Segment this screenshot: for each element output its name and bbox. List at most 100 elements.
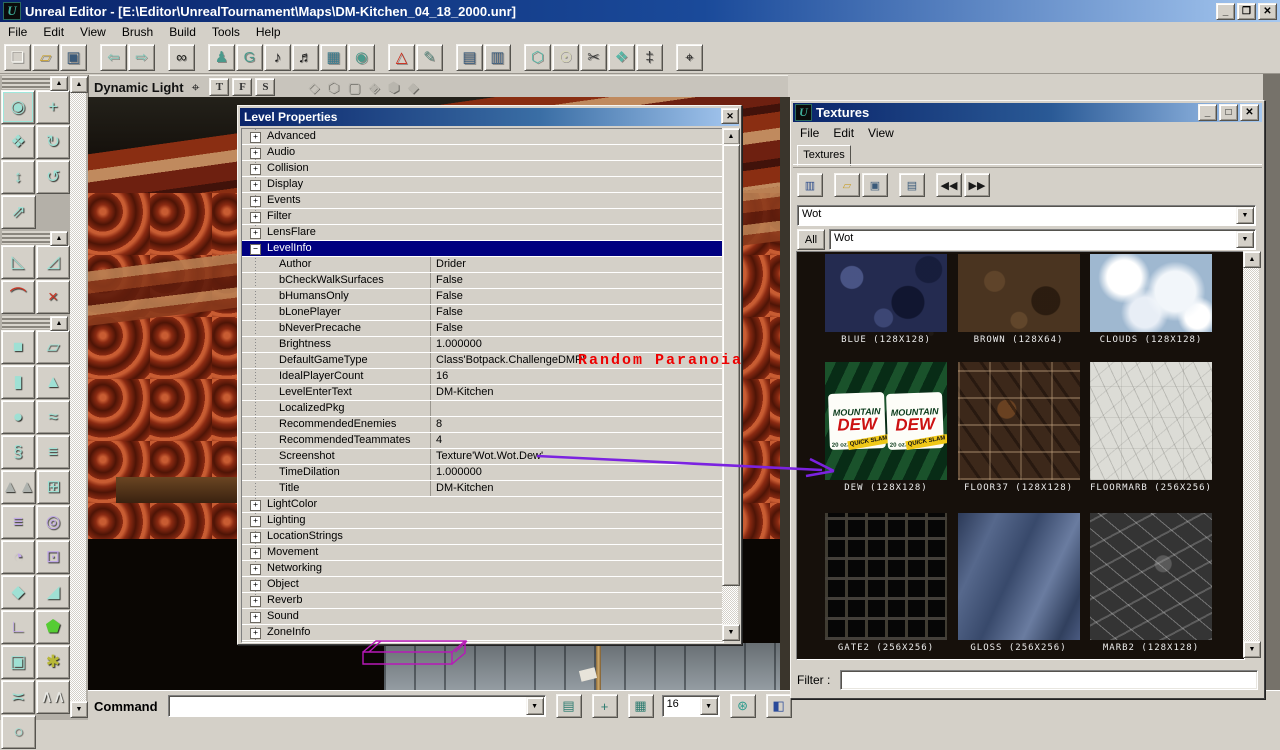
menu-item-build[interactable]: Build [161, 24, 204, 40]
texture-image-gate2[interactable] [825, 513, 947, 640]
play-level-button[interactable]: ⌖ [676, 44, 703, 71]
property-value[interactable]: 16 [430, 369, 723, 384]
property-row-timedilation[interactable]: TimeDilation1.000000 [242, 465, 723, 481]
texture-swatch-clouds[interactable]: CLOUDS (128X128) [1090, 254, 1212, 345]
property-value[interactable]: False [430, 289, 723, 304]
property-value[interactable]: Texture'Wot.Wot.Dew' [430, 449, 723, 464]
property-row-brightness[interactable]: Brightness1.000000 [242, 337, 723, 353]
viewport-mode-icon-1[interactable]: ⬡ [327, 79, 339, 96]
brush-cone-button[interactable]: ▲ [36, 365, 70, 399]
rotation-grid-button[interactable]: ⊛ [730, 694, 756, 718]
property-value[interactable]: Drider [430, 257, 723, 272]
texture-browser-button[interactable]: ▦ [320, 44, 347, 71]
expand-icon[interactable]: + [250, 148, 261, 159]
textures-menu-item-edit[interactable]: Edit [828, 125, 863, 143]
property-row-author[interactable]: AuthorDrider [242, 257, 723, 273]
search-actors-button[interactable]: ∞ [168, 44, 195, 71]
texture-swatch-blue[interactable]: BLUE (128X128) [825, 254, 947, 345]
expand-icon[interactable]: + [250, 516, 261, 527]
texture-swatch-gate2[interactable]: GATE2 (256X256) [825, 513, 947, 653]
brush-discs-button[interactable]: ≍ [1, 680, 35, 714]
tree-category-locationstrings[interactable]: +LocationStrings [242, 529, 723, 545]
property-value[interactable]: False [430, 273, 723, 288]
property-row-screenshot[interactable]: ScreenshotTexture'Wot.Wot.Dew' [242, 449, 723, 465]
brush-sheet-button[interactable]: ▱ [36, 330, 70, 364]
tree-category-levelinfo[interactable]: −LevelInfo [242, 241, 723, 257]
texture-swatch-floor37[interactable]: FLOOR37 (128X128) [958, 362, 1080, 493]
tree-category-networking[interactable]: +Networking [242, 561, 723, 577]
music-browser-button[interactable]: ♪ [264, 44, 291, 71]
menu-item-brush[interactable]: Brush [114, 24, 161, 40]
menu-item-edit[interactable]: Edit [35, 24, 72, 40]
texture-swatch-marb2[interactable]: MARB2 (128X128) [1090, 513, 1212, 653]
surface-properties-button[interactable]: ▥ [484, 44, 511, 71]
package-dropdown[interactable]: Wot ▼ [797, 205, 1256, 226]
property-row-bloneplayer[interactable]: bLonePlayerFalse [242, 305, 723, 321]
group-browser-button[interactable]: G [236, 44, 263, 71]
property-row-bcheckwalksurfaces[interactable]: bCheckWalkSurfacesFalse [242, 273, 723, 289]
camera-mode-button[interactable]: ◉ [1, 90, 35, 124]
shear-mode-button[interactable]: ⇗ [1, 195, 36, 229]
property-row-levelentertext[interactable]: LevelEnterTextDM-Kitchen [242, 385, 723, 401]
tree-category-filter[interactable]: +Filter [242, 209, 723, 225]
property-value[interactable] [430, 401, 723, 416]
viewport-t-button[interactable]: T [209, 78, 229, 96]
texture-image-brown[interactable] [958, 254, 1080, 332]
grid-toggle-button[interactable]: ▦ [628, 694, 654, 718]
menu-item-view[interactable]: View [72, 24, 114, 40]
sound-browser-button[interactable]: ♬ [292, 44, 319, 71]
property-row-recommendedenemies[interactable]: RecommendedEnemies8 [242, 417, 723, 433]
textures-scrollbar[interactable]: ▲ ▼ [1243, 251, 1259, 658]
texture-image-floormarb[interactable] [1090, 362, 1212, 480]
docking-button[interactable]: ▥ [797, 173, 823, 197]
property-scroll-up-icon[interactable]: ▲ [722, 128, 740, 145]
command-input[interactable]: ▼ [168, 695, 546, 717]
clip-delete-button[interactable]: × [36, 280, 70, 314]
textures-close-button[interactable]: ✕ [1240, 104, 1259, 121]
brush-terrain2-button[interactable]: ◢ [36, 575, 70, 609]
collapse-icon[interactable]: ▲ [50, 76, 68, 91]
textures-menu-item-file[interactable]: File [795, 125, 828, 143]
tree-category-lensflare[interactable]: +LensFlare [242, 225, 723, 241]
property-value[interactable]: 1.000000 [430, 337, 723, 352]
brush-cylinder-button[interactable]: ▮ [1, 365, 35, 399]
property-row-bhumansonly[interactable]: bHumansOnlyFalse [242, 289, 723, 305]
brush-peaks-button[interactable]: ∧∧ [36, 680, 70, 714]
rotate-scale-button[interactable]: ↺ [36, 160, 70, 194]
texture-image-gloss[interactable] [958, 513, 1080, 640]
expand-icon[interactable]: + [250, 212, 261, 223]
all-button[interactable]: All [797, 229, 825, 250]
texture-image-dew[interactable]: MOUNTAINDEWQUICK SLAM20 oz.MOUNTAINDEWQU… [825, 362, 947, 480]
property-value[interactable]: DM-Kitchen [430, 481, 723, 496]
redo-button[interactable]: ⇨ [128, 44, 155, 71]
build-geometry-button[interactable]: ⬡ [524, 44, 551, 71]
filter-input[interactable] [840, 670, 1258, 690]
expand-icon[interactable]: + [250, 180, 261, 191]
open-map-button[interactable]: ▱ [32, 44, 59, 71]
textures-minimize-button[interactable]: _ [1198, 104, 1217, 121]
new-map-button[interactable]: ❏ [4, 44, 31, 71]
brush-sphere-button[interactable]: ● [1, 400, 35, 434]
expand-icon[interactable]: + [250, 612, 261, 623]
viewport-mode-icon-5[interactable]: ◆ [408, 79, 419, 96]
brush-stairs-button[interactable]: ≡ [36, 435, 70, 469]
brush-hollow-cube-button[interactable]: ⊡ [36, 540, 70, 574]
textures-scroll-down-icon[interactable]: ▼ [1243, 641, 1261, 658]
viewport-mode-icon-0[interactable]: ◇ [308, 79, 319, 96]
grid-size-dropdown[interactable]: 16 ▼ [662, 695, 720, 717]
menu-item-file[interactable]: File [0, 24, 35, 40]
brush-cube-button[interactable]: ■ [1, 330, 35, 364]
brush-pie-button[interactable]: ◔ [1, 540, 35, 574]
clip-add-button[interactable]: ◺ [1, 245, 35, 279]
brush-stairs-curved2-button[interactable]: ≡ [1, 505, 35, 539]
tree-category-events[interactable]: +Events [242, 193, 723, 209]
chevron-down-icon[interactable]: ▼ [526, 697, 544, 715]
restore-button[interactable]: ❐ [1237, 3, 1256, 20]
property-value[interactable]: DM-Kitchen [430, 385, 723, 400]
expand-icon[interactable]: + [250, 196, 261, 207]
property-scrollbar[interactable]: ▲ ▼ [722, 128, 738, 641]
chevron-down-icon[interactable]: ▼ [1236, 207, 1254, 224]
texture-swatch-gloss[interactable]: GLOSS (256X256) [958, 513, 1080, 653]
brush-sheets-button[interactable]: ⊞ [37, 470, 70, 504]
undo-button[interactable]: ⇦ [100, 44, 127, 71]
